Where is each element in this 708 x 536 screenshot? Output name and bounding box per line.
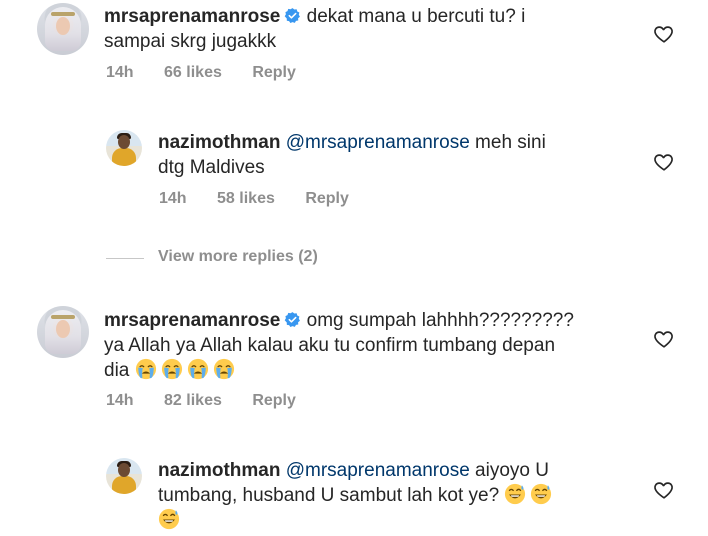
username[interactable]: mrsaprenamanrose: [104, 6, 280, 27]
avatar[interactable]: [37, 306, 89, 358]
view-more-label[interactable]: View more replies (2): [158, 248, 318, 266]
comment-meta: 14h 58 likes Reply: [159, 190, 375, 208]
like-heart-icon[interactable]: [653, 328, 675, 350]
timestamp: 14h: [106, 64, 134, 81]
username[interactable]: nazimothman: [158, 460, 280, 481]
loudly-crying-face-icon: [187, 358, 209, 380]
likes-count[interactable]: 66 likes: [164, 64, 222, 81]
like-heart-icon[interactable]: [653, 479, 675, 501]
mention-link[interactable]: @mrsaprenamanrose: [286, 132, 470, 153]
comment-body-line-2: tumbang, husband U sambut lah kot ye?: [158, 485, 500, 506]
username[interactable]: mrsaprenamanrose: [104, 310, 280, 331]
comment-body: omg sumpah lahhhh?????????: [306, 310, 574, 331]
likes-count[interactable]: 58 likes: [217, 190, 275, 207]
comment-body: dekat mana u bercuti tu? i: [306, 6, 526, 27]
reply-button[interactable]: Reply: [305, 190, 349, 207]
avatar[interactable]: [106, 130, 142, 166]
comment-body: meh sini: [475, 132, 546, 153]
like-heart-icon[interactable]: [653, 151, 675, 173]
comment-body-line-3: dia: [104, 360, 130, 381]
comment-text: mrsaprenamanrose omg sumpah lahhhh??????…: [104, 308, 644, 383]
comment-body: aiyoyo U: [475, 460, 549, 481]
comment-text: mrsaprenamanrose dekat mana u bercuti tu…: [104, 4, 634, 54]
divider: [106, 258, 144, 259]
comment-text: nazimothman @mrsaprenamanrose meh sini d…: [158, 130, 638, 180]
grinning-sweat-face-icon: [530, 483, 552, 505]
like-heart-icon[interactable]: [653, 23, 675, 45]
timestamp: 14h: [159, 190, 187, 207]
comment-body-line-2: sampai skrg jugakkk: [104, 31, 277, 52]
likes-count[interactable]: 82 likes: [164, 392, 222, 409]
timestamp: 14h: [106, 392, 134, 409]
grinning-sweat-face-icon: [158, 508, 180, 530]
loudly-crying-face-icon: [135, 358, 157, 380]
reply-button[interactable]: Reply: [252, 392, 296, 409]
verified-badge-icon: [284, 311, 301, 328]
comment-meta: 14h 66 likes Reply: [106, 64, 322, 82]
comment-text: nazimothman @mrsaprenamanrose aiyoyo U t…: [158, 458, 638, 533]
loudly-crying-face-icon: [161, 358, 183, 380]
comment-body-line-2: ya Allah ya Allah kalau aku tu confirm t…: [104, 335, 556, 356]
username[interactable]: nazimothman: [158, 132, 280, 153]
grinning-sweat-face-icon: [504, 483, 526, 505]
verified-badge-icon: [284, 7, 301, 24]
comment-body-line-2: dtg Maldives: [158, 157, 265, 178]
mention-link[interactable]: @mrsaprenamanrose: [286, 460, 470, 481]
reply-button[interactable]: Reply: [252, 64, 296, 81]
avatar[interactable]: [37, 3, 89, 55]
comment-meta: 14h 82 likes Reply: [106, 392, 322, 410]
avatar[interactable]: [106, 458, 142, 494]
loudly-crying-face-icon: [213, 358, 235, 380]
